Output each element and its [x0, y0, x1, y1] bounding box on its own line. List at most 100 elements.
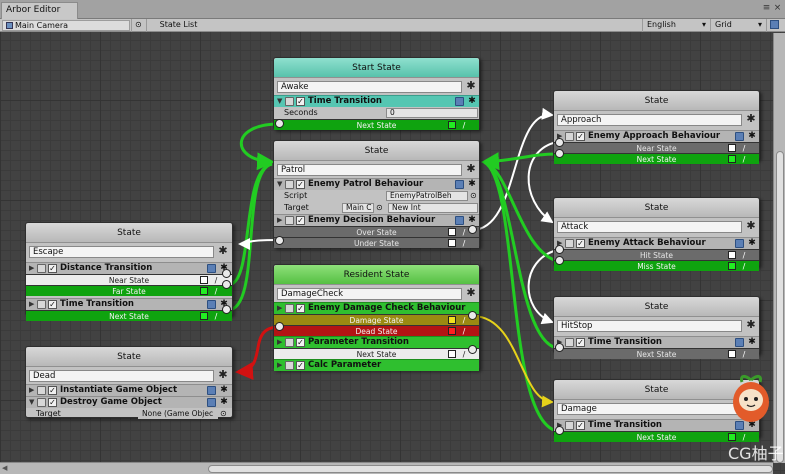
- color-swatch[interactable]: [728, 155, 736, 163]
- edit-icon[interactable]: /: [739, 154, 749, 165]
- gear-icon[interactable]: ✱: [219, 397, 229, 408]
- link-next-state[interactable]: Next State /: [554, 348, 759, 359]
- target-object-field[interactable]: Main Camera: [2, 20, 130, 31]
- node-header[interactable]: Start State: [274, 58, 479, 78]
- help-book-icon[interactable]: [735, 132, 744, 141]
- help-book-icon[interactable]: [766, 19, 785, 32]
- link-damage-state[interactable]: Damage State /: [274, 314, 479, 325]
- target-field[interactable]: None (Game Objec: [138, 409, 218, 419]
- connector-dot[interactable]: [468, 311, 477, 320]
- tab-menu-icon[interactable]: ≡: [762, 4, 771, 13]
- help-book-icon[interactable]: [735, 338, 744, 347]
- state-name-field[interactable]: Awake: [277, 81, 462, 93]
- gear-icon[interactable]: ✱: [747, 238, 757, 249]
- enabled-checkbox[interactable]: ✓: [576, 338, 585, 347]
- edit-icon[interactable]: /: [211, 311, 221, 322]
- link-next-state[interactable]: Next State /: [554, 153, 759, 164]
- color-swatch[interactable]: [728, 144, 736, 152]
- language-dropdown[interactable]: English ▾: [642, 19, 710, 32]
- help-book-icon[interactable]: [455, 180, 464, 189]
- connector-dot[interactable]: [555, 245, 564, 254]
- node-dead[interactable]: State Dead ✱ ▶ ✓ Instantiate Game Object…: [25, 346, 233, 420]
- help-book-icon[interactable]: [455, 97, 464, 106]
- node-header[interactable]: State: [554, 91, 759, 111]
- grid-dropdown[interactable]: Grid ▾: [710, 19, 766, 32]
- node-header[interactable]: Resident State: [274, 265, 479, 285]
- state-name-field[interactable]: Approach: [557, 114, 742, 126]
- connector-dot[interactable]: [555, 343, 564, 352]
- enabled-checkbox[interactable]: ✓: [48, 300, 57, 309]
- node-header[interactable]: State: [274, 141, 479, 161]
- gear-icon[interactable]: ✱: [465, 287, 477, 299]
- connector-dot[interactable]: [222, 305, 231, 314]
- help-book-icon[interactable]: [207, 386, 216, 395]
- connector-dot[interactable]: [555, 256, 564, 265]
- enabled-checkbox[interactable]: ✓: [296, 361, 305, 370]
- foldout-icon[interactable]: ▼: [277, 180, 282, 188]
- gear-icon[interactable]: ✱: [745, 113, 757, 125]
- node-header[interactable]: State: [554, 380, 759, 400]
- connector-dot[interactable]: [555, 426, 564, 435]
- color-swatch[interactable]: [728, 350, 736, 358]
- link-near-state[interactable]: Near State /: [26, 274, 232, 285]
- help-book-icon[interactable]: [455, 216, 464, 225]
- link-hit-state[interactable]: Hit State /: [554, 249, 759, 260]
- enabled-checkbox[interactable]: ✓: [576, 421, 585, 430]
- edit-icon[interactable]: /: [459, 120, 469, 131]
- help-book-icon[interactable]: [207, 398, 216, 407]
- state-name-field[interactable]: DamageCheck: [277, 288, 462, 300]
- node-attack[interactable]: State Attack ✱ ▶ ✓ Enemy Attack Behaviou…: [553, 197, 760, 271]
- edit-icon[interactable]: /: [739, 349, 749, 360]
- gear-icon[interactable]: ✱: [465, 80, 477, 92]
- connector-dot[interactable]: [555, 138, 564, 147]
- gear-icon[interactable]: ✱: [467, 96, 477, 107]
- object-picker-icon[interactable]: ⊙: [131, 19, 145, 32]
- link-near-state[interactable]: Near State /: [554, 142, 759, 153]
- gear-icon[interactable]: ✱: [747, 131, 757, 142]
- foldout-icon[interactable]: ▶: [29, 386, 34, 394]
- node-header[interactable]: State: [554, 198, 759, 218]
- connector-dot[interactable]: [222, 269, 231, 278]
- gear-icon[interactable]: ✱: [745, 220, 757, 232]
- link-next-state[interactable]: Next State /: [274, 119, 479, 130]
- color-swatch[interactable]: [448, 327, 456, 335]
- gear-icon[interactable]: ✱: [219, 385, 229, 396]
- enabled-checkbox[interactable]: ✓: [296, 216, 305, 225]
- enabled-checkbox[interactable]: ✓: [296, 304, 305, 313]
- foldout-icon[interactable]: ▶: [29, 300, 34, 308]
- enabled-checkbox[interactable]: ✓: [296, 338, 305, 347]
- link-next-state[interactable]: Next State /: [274, 348, 479, 359]
- gear-icon[interactable]: ✱: [467, 179, 477, 190]
- enabled-checkbox[interactable]: ✓: [576, 239, 585, 248]
- color-swatch[interactable]: [200, 312, 208, 320]
- horizontal-scrollbar[interactable]: ◀: [0, 462, 773, 474]
- state-list-button[interactable]: State List: [146, 19, 210, 32]
- node-header[interactable]: State: [26, 223, 232, 243]
- connector-dot[interactable]: [275, 236, 284, 245]
- edit-icon[interactable]: /: [459, 238, 469, 249]
- connector-dot[interactable]: [555, 149, 564, 158]
- state-name-field[interactable]: Patrol: [277, 164, 462, 176]
- edit-icon[interactable]: /: [211, 286, 221, 297]
- help-book-icon[interactable]: [735, 239, 744, 248]
- help-book-icon[interactable]: [207, 264, 216, 273]
- node-damagecheck[interactable]: Resident State DamageCheck ✱ ▶ ✓ Enemy D…: [273, 264, 480, 371]
- foldout-icon[interactable]: ▶: [277, 304, 282, 312]
- enabled-checkbox[interactable]: ✓: [48, 264, 57, 273]
- object-picker-icon[interactable]: ⊙: [220, 408, 227, 420]
- foldout-icon[interactable]: ▶: [277, 338, 282, 346]
- node-awake[interactable]: Start State Awake ✱ ▼ ✓ Time Transition …: [273, 57, 480, 130]
- node-header[interactable]: State: [26, 347, 232, 367]
- enabled-checkbox[interactable]: ✓: [576, 132, 585, 141]
- close-icon[interactable]: ×: [773, 4, 782, 13]
- link-miss-state[interactable]: Miss State /: [554, 260, 759, 271]
- node-header[interactable]: State: [554, 297, 759, 317]
- connector-dot[interactable]: [468, 345, 477, 354]
- node-escape[interactable]: State Escape ✱ ▶ ✓ Distance Transition ✱…: [25, 222, 233, 321]
- vertical-scroll-thumb[interactable]: [776, 151, 784, 463]
- state-name-field[interactable]: Damage: [557, 403, 742, 415]
- foldout-icon[interactable]: ▶: [277, 216, 282, 224]
- state-name-field[interactable]: Attack: [557, 221, 742, 233]
- gear-icon[interactable]: ✱: [217, 245, 229, 257]
- connector-dot[interactable]: [468, 225, 477, 234]
